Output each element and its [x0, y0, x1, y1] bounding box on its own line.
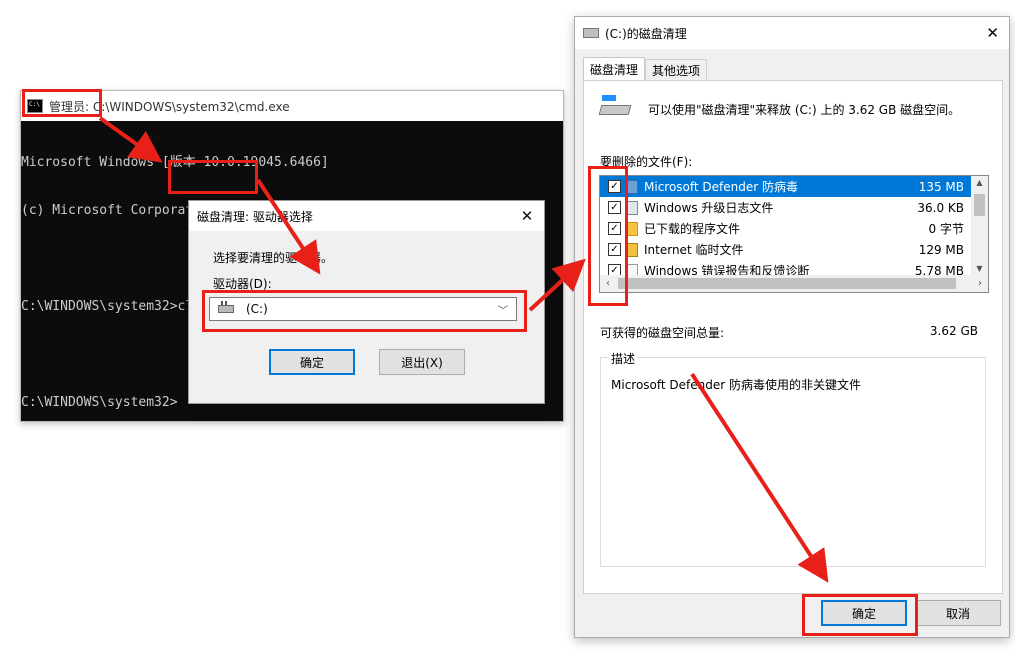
- file-category-size: 36.0 KB: [917, 200, 964, 215]
- files-list[interactable]: ✓ Microsoft Defender 防病毒 135 MB ✓ Window…: [599, 175, 989, 293]
- disk-cleanup-window: (C:)的磁盘清理 ✕ 磁盘清理 其他选项 可以使用"磁盘清理"来释放 (C:)…: [574, 16, 1010, 638]
- close-icon[interactable]: ✕: [986, 24, 999, 42]
- cmd-titlebar[interactable]: 管理员: C:\WINDOWS\system32\cmd.exe: [21, 91, 563, 121]
- annotation-box-admin-title: [22, 89, 102, 117]
- console-line: Microsoft Windows [版本 10.0.19045.6466]: [21, 155, 329, 170]
- scroll-down-icon[interactable]: ▼: [971, 262, 988, 276]
- horizontal-scrollbar[interactable]: ‹ ›: [600, 275, 988, 292]
- drive-dialog-titlebar[interactable]: 磁盘清理: 驱动器选择 ✕: [189, 201, 544, 231]
- file-category-size: 0 字节: [928, 222, 964, 236]
- scroll-up-icon[interactable]: ▲: [971, 176, 988, 190]
- file-category-name: Microsoft Defender 防病毒: [644, 180, 799, 194]
- scroll-thumb[interactable]: [974, 194, 985, 216]
- vertical-scrollbar[interactable]: ▲ ▼: [971, 176, 988, 276]
- drive-cleanup-icon: [598, 95, 632, 117]
- disk-cleanup-icon: [583, 28, 599, 38]
- disk-cleanup-panel: 可以使用"磁盘清理"来释放 (C:) 上的 3.62 GB 磁盘空间。 要删除的…: [583, 80, 1003, 594]
- tab-more-options[interactable]: 其他选项: [645, 59, 708, 81]
- close-icon[interactable]: ✕: [518, 207, 536, 225]
- disk-cleanup-title: (C:)的磁盘清理: [605, 26, 687, 41]
- tab-disk-cleanup[interactable]: 磁盘清理: [583, 57, 646, 81]
- tab-bar: 磁盘清理 其他选项: [583, 57, 708, 81]
- description-legend: 描述: [609, 350, 638, 367]
- description-text: Microsoft Defender 防病毒使用的非关键文件: [611, 378, 862, 392]
- annotation-box-ok-button: [802, 594, 918, 636]
- exit-button[interactable]: 退出(X): [379, 349, 465, 375]
- scroll-thumb[interactable]: [618, 278, 956, 289]
- scroll-right-icon[interactable]: ›: [972, 275, 988, 292]
- list-item[interactable]: ✓ Microsoft Defender 防病毒 135 MB: [600, 176, 972, 197]
- file-category-size: 135 MB: [918, 179, 964, 194]
- file-category-size: 129 MB: [918, 242, 964, 257]
- file-category-name: Windows 升级日志文件: [644, 201, 774, 215]
- ok-button[interactable]: 确定: [269, 349, 355, 375]
- cancel-button[interactable]: 取消: [915, 600, 1001, 626]
- drive-dialog-title: 磁盘清理: 驱动器选择: [197, 209, 313, 224]
- annotation-box-drive-select: [202, 290, 527, 332]
- list-item[interactable]: ✓ Internet 临时文件 129 MB: [600, 239, 972, 260]
- description-group: 描述 Microsoft Defender 防病毒使用的非关键文件: [600, 350, 986, 567]
- total-space-value: 3.62 GB: [929, 324, 978, 338]
- intro-text: 可以使用"磁盘清理"来释放 (C:) 上的 3.62 GB 磁盘空间。: [648, 103, 961, 117]
- list-item[interactable]: ✓ 已下载的程序文件 0 字节: [600, 218, 972, 239]
- drive-prompt: 选择要清理的驱动器。: [213, 251, 334, 265]
- list-item[interactable]: ✓ Windows 升级日志文件 36.0 KB: [600, 197, 972, 218]
- total-space-label: 可获得的磁盘空间总量:: [600, 326, 725, 340]
- annotation-box-command: [168, 160, 258, 194]
- disk-cleanup-titlebar[interactable]: (C:)的磁盘清理 ✕: [575, 17, 1009, 49]
- file-category-name: 已下载的程序文件: [644, 222, 741, 236]
- file-category-name: Internet 临时文件: [644, 243, 744, 257]
- annotation-box-checkboxes: [588, 166, 628, 306]
